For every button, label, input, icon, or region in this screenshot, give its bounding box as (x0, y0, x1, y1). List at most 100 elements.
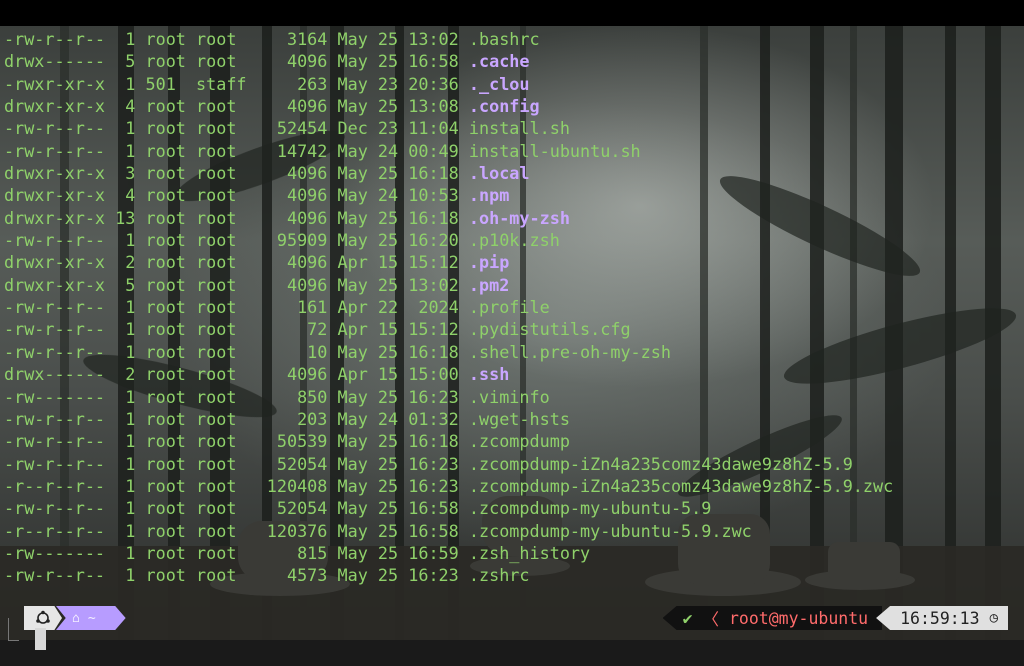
terminal-window[interactable]: -rw-r--r-- 1 root root 3164 May 25 13:02… (0, 26, 1024, 640)
user-segment: ✔ 〈 root@my-ubuntu (662, 606, 883, 630)
file-month: May (337, 185, 368, 206)
file-day: 25 (377, 163, 399, 184)
file-size: 3164 (256, 29, 328, 49)
file-name[interactable]: ._clou (469, 74, 530, 94)
file-size: 4096 (256, 163, 328, 184)
file-permissions: -rwxr-xr-x (4, 73, 106, 94)
file-group: root (196, 386, 247, 407)
file-name[interactable]: .config (469, 96, 540, 116)
file-size: 850 (256, 386, 328, 407)
current-directory-segment: ⌂ ~ (56, 606, 126, 630)
file-month: May (337, 386, 368, 407)
file-group: root (196, 207, 247, 228)
file-name[interactable]: .zcompdump-my-ubuntu-5.9.zwc (469, 521, 752, 541)
file-day: 25 (377, 520, 399, 541)
file-size: 120408 (256, 475, 328, 496)
file-month: May (337, 498, 368, 519)
file-time: 20:36 (408, 73, 459, 94)
file-size: 4096 (256, 51, 328, 72)
file-month: May (337, 96, 368, 117)
file-name[interactable]: .local (469, 163, 530, 183)
clock-icon: ◷ (989, 610, 998, 626)
file-month: Apr (337, 252, 368, 273)
file-group: root (196, 51, 247, 72)
link-count: 1 (115, 29, 136, 49)
file-month: Apr (337, 364, 368, 385)
file-group: root (196, 431, 247, 452)
listing-row: -rw-r--r-- 1 root root 10 May 25 16:18 .… (4, 341, 893, 363)
file-group: root (196, 364, 247, 385)
file-name[interactable]: .profile (469, 297, 550, 317)
file-name[interactable]: .ssh (469, 364, 509, 384)
file-group: root (196, 453, 247, 474)
file-group: root (196, 297, 247, 318)
file-size: 161 (256, 297, 328, 318)
file-size: 14742 (256, 140, 328, 161)
file-time: 01:32 (408, 408, 459, 429)
file-name[interactable]: .zcompdump-my-ubuntu-5.9 (469, 498, 711, 518)
file-time: 16:18 (408, 341, 459, 362)
file-size: 4096 (256, 274, 328, 295)
file-owner: root (145, 341, 186, 362)
file-name[interactable]: install-ubuntu.sh (469, 141, 641, 161)
file-owner: 501 (145, 73, 186, 94)
chevron-left-icon: 〈 (702, 610, 720, 629)
file-name[interactable]: .zcompdump-iZn4a235comz43dawe9z8hZ-5.9 (469, 454, 853, 474)
file-month: May (337, 140, 368, 161)
file-name[interactable]: .zcompdump-iZn4a235comz43dawe9z8hZ-5.9.z… (469, 476, 893, 496)
file-permissions: -rw-r--r-- (4, 565, 106, 586)
file-name[interactable]: .shell.pre-oh-my-zsh (469, 342, 671, 362)
file-name[interactable]: .bashrc (469, 29, 540, 49)
file-permissions: drwxr-xr-x (4, 185, 106, 206)
file-permissions: -r--r--r-- (4, 520, 106, 541)
file-name[interactable]: .p10k.zsh (469, 230, 560, 250)
file-month: May (337, 520, 368, 541)
file-name[interactable]: .viminfo (469, 387, 550, 407)
file-month: May (337, 408, 368, 429)
file-owner: root (145, 118, 186, 139)
file-time: 16:23 (408, 475, 459, 496)
file-name[interactable]: .wget-hsts (469, 409, 570, 429)
file-name[interactable]: .oh-my-zsh (469, 208, 570, 228)
file-group: staff (196, 73, 247, 94)
file-name[interactable]: .pydistutils.cfg (469, 319, 631, 339)
link-count: 1 (115, 565, 136, 586)
file-time: 11:04 (408, 118, 459, 139)
file-size: 815 (256, 542, 328, 563)
link-count: 4 (115, 96, 136, 117)
ubuntu-icon (24, 606, 62, 630)
file-owner: root (145, 140, 186, 161)
file-month: Apr (337, 319, 368, 340)
file-name[interactable]: .pip (469, 252, 509, 272)
listing-row: drwxr-xr-x 4 root root 4096 May 24 10:53… (4, 184, 893, 206)
file-group: root (196, 475, 247, 496)
file-group: root (196, 520, 247, 541)
file-permissions: drwxr-xr-x (4, 274, 106, 295)
file-day: 25 (377, 542, 399, 563)
file-time: 13:02 (408, 274, 459, 295)
file-time: 2024 (408, 297, 459, 318)
current-directory: ~ (87, 610, 96, 626)
file-name[interactable]: .zcompdump (469, 431, 570, 451)
file-group: root (196, 408, 247, 429)
listing-row: -rw-r--r-- 1 root root 52454 Dec 23 11:0… (4, 117, 893, 139)
file-group: root (196, 252, 247, 273)
file-group: root (196, 542, 247, 563)
file-month: May (337, 51, 368, 72)
file-name[interactable]: .cache (469, 51, 530, 71)
file-day: 25 (377, 386, 399, 407)
file-name[interactable]: install.sh (469, 118, 570, 138)
file-group: root (196, 274, 247, 295)
file-day: 15 (377, 364, 399, 385)
link-count: 1 (115, 520, 136, 541)
file-name[interactable]: .pm2 (469, 275, 509, 295)
file-name[interactable]: .npm (469, 185, 509, 205)
file-size: 4096 (256, 364, 328, 385)
file-permissions: -rw-r--r-- (4, 319, 106, 340)
file-name[interactable]: .zshrc (469, 565, 530, 585)
file-name[interactable]: .zsh_history (469, 543, 590, 563)
file-size: 95909 (256, 230, 328, 251)
link-count: 1 (115, 475, 136, 496)
file-permissions: -rw-r--r-- (4, 453, 106, 474)
file-size: 4096 (256, 207, 328, 228)
